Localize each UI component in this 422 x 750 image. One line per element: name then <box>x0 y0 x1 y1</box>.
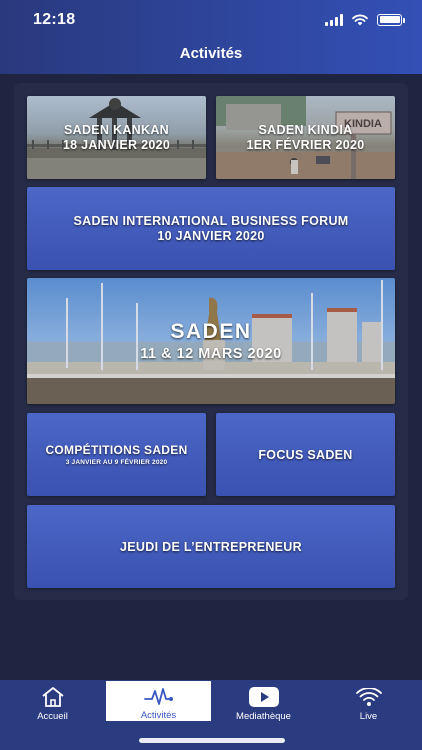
tab-label: Activités <box>140 710 177 721</box>
card-title: COMPÉTITIONS SADEN <box>45 443 188 457</box>
tab-live[interactable]: Live <box>316 680 421 722</box>
card-date: 11 & 12 MARS 2020 <box>140 346 282 362</box>
play-icon <box>248 687 279 707</box>
pulse-icon <box>143 688 173 705</box>
card-date: 18 JANVIER 2020 <box>62 138 171 152</box>
broadcast-icon <box>355 688 382 706</box>
status-bar: 12:18 <box>0 0 422 40</box>
card-business-forum[interactable]: SADEN INTERNATIONAL BUSINESS FORUM 10 JA… <box>27 187 395 270</box>
tab-accueil[interactable]: Accueil <box>0 680 105 722</box>
activities-panel: SADEN KANKAN 18 JANVIER 2020 KINDIA SADE… <box>14 83 408 600</box>
wifi-icon <box>352 14 368 26</box>
card-saden-kindia[interactable]: KINDIA SADEN KINDIA 1ER FÉVRIER 2020 <box>216 96 395 179</box>
card-competitions-saden[interactable]: COMPÉTITIONS SADEN 3 JANVIER AU 9 FÉVRIE… <box>27 413 206 496</box>
tab-mediatheque[interactable]: Mediathèque <box>211 680 316 722</box>
card-title: JEUDI DE L’ENTREPRENEUR <box>120 539 302 554</box>
status-icons <box>325 13 405 26</box>
card-title: FOCUS SADEN <box>258 447 353 462</box>
battery-icon <box>377 13 405 26</box>
home-icon <box>41 687 64 707</box>
page-title: Activités <box>179 45 243 62</box>
card-title: SADEN INTERNATIONAL BUSINESS FORUM <box>73 214 349 228</box>
card-title: SADEN KANKAN <box>64 123 169 137</box>
card-title: SADEN KINDIA <box>258 123 353 137</box>
card-saden-kankan[interactable]: SADEN KANKAN 18 JANVIER 2020 <box>27 96 206 179</box>
card-saden-mars[interactable]: SADEN 11 & 12 MARS 2020 <box>27 278 395 404</box>
signal-icon <box>325 13 343 26</box>
tab-label: Live <box>359 711 378 722</box>
card-title: SADEN <box>170 320 252 343</box>
card-jeudi-entrepreneur[interactable]: JEUDI DE L’ENTREPRENEUR <box>27 505 395 588</box>
status-time: 12:18 <box>33 11 76 28</box>
tab-label: Mediathèque <box>236 711 291 722</box>
home-indicator <box>139 738 285 743</box>
card-focus-saden[interactable]: FOCUS SADEN <box>216 413 395 496</box>
card-date: 1ER FÉVRIER 2020 <box>246 138 365 152</box>
tab-label: Accueil <box>37 711 68 722</box>
card-subtitle: 3 JANVIER AU 9 FÉVRIER 2020 <box>65 459 168 466</box>
tab-activites[interactable]: Activités <box>106 681 211 721</box>
card-date: 10 JANVIER 2020 <box>157 229 265 243</box>
app-header: 12:18 Activités <box>0 0 422 74</box>
